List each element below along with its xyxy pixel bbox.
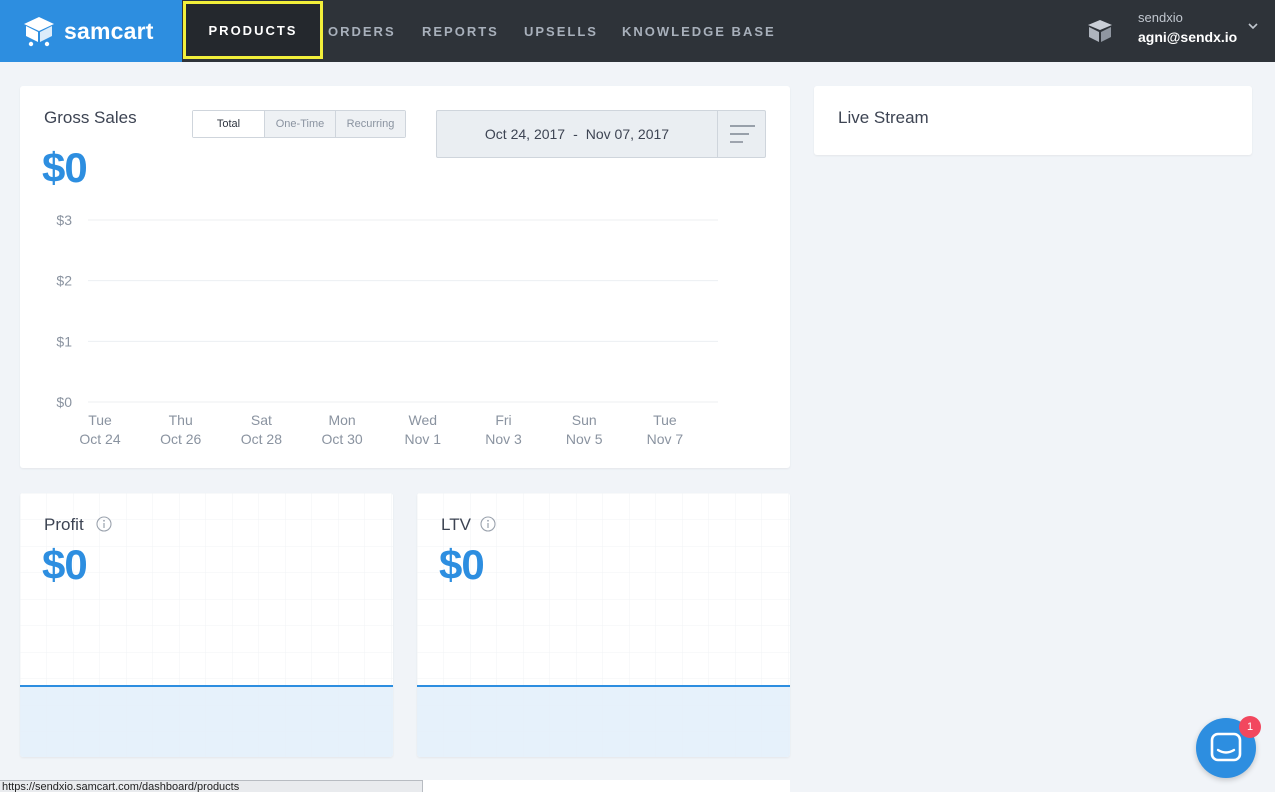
user-avatar-box-icon[interactable]: [1086, 18, 1114, 44]
date-range-picker[interactable]: Oct 24, 2017 - Nov 07, 2017: [436, 110, 766, 158]
ltv-value: $0: [439, 541, 485, 588]
info-icon[interactable]: [480, 516, 496, 532]
ltv-card: LTV $0: [417, 493, 790, 757]
top-nav: samcart PRODUCTS ORDERS REPORTS UPSELLS …: [0, 0, 1275, 62]
nav-orders[interactable]: ORDERS: [328, 0, 396, 62]
x-tick-day: Fri: [495, 412, 511, 428]
nav-upsells[interactable]: UPSELLS: [524, 0, 598, 62]
date-end: Nov 07, 2017: [585, 126, 670, 142]
profit-value: $0: [42, 541, 88, 588]
info-icon[interactable]: [96, 516, 112, 532]
y-tick-label: $0: [56, 394, 72, 410]
y-tick-label: $2: [56, 273, 72, 289]
x-tick-date: Nov 3: [485, 431, 522, 447]
ltv-title: LTV: [441, 515, 471, 534]
profit-card: Profit $0: [20, 493, 393, 757]
x-tick-day: Tue: [653, 412, 677, 428]
chevron-down-icon[interactable]: [1247, 20, 1259, 32]
x-tick-day: Sat: [251, 412, 272, 428]
x-tick-day: Tue: [88, 412, 112, 428]
nav-knowledge-base[interactable]: KNOWLEDGE BASE: [622, 0, 776, 62]
live-stream-title: Live Stream: [838, 108, 929, 127]
browser-status-url: https://sendxio.samcart.com/dashboard/pr…: [0, 780, 423, 792]
x-tick-date: Oct 30: [321, 431, 362, 447]
brand-name: samcart: [64, 17, 154, 44]
toggle-total[interactable]: Total: [193, 111, 264, 137]
x-tick-day: Sun: [572, 412, 597, 428]
x-tick-date: Oct 26: [160, 431, 201, 447]
y-tick-label: $3: [56, 212, 72, 228]
sales-type-toggle: Total One-Time Recurring: [192, 110, 406, 138]
brand-logo[interactable]: samcart: [0, 0, 182, 62]
x-tick-day: Thu: [169, 412, 193, 428]
user-name[interactable]: sendxio: [1138, 10, 1183, 25]
gross-sales-card: Gross Sales $0 Total One-Time Recurring …: [20, 86, 790, 468]
user-email[interactable]: agni@sendx.io: [1138, 29, 1237, 45]
x-tick-date: Oct 24: [79, 431, 120, 447]
profit-title: Profit: [44, 515, 84, 534]
nav-reports[interactable]: REPORTS: [422, 0, 499, 62]
cart-box-icon: [24, 17, 54, 47]
toggle-recurring[interactable]: Recurring: [335, 111, 405, 137]
next-card-stub: [423, 780, 790, 792]
menu-lines-icon: [730, 125, 755, 143]
gross-sales-title: Gross Sales: [44, 108, 137, 127]
ltv-grid: [417, 493, 790, 757]
x-tick-date: Nov 5: [566, 431, 603, 447]
x-tick-date: Nov 7: [647, 431, 684, 447]
x-tick-day: Mon: [328, 412, 355, 428]
toggle-one-time[interactable]: One-Time: [264, 111, 335, 137]
date-range-text[interactable]: Oct 24, 2017 - Nov 07, 2017: [437, 111, 717, 157]
nav-products[interactable]: PRODUCTS: [183, 1, 323, 59]
live-stream-card: Live Stream: [814, 86, 1252, 155]
gross-sales-value: $0: [42, 144, 88, 191]
y-tick-label: $1: [56, 333, 72, 349]
date-start: Oct 24, 2017: [484, 126, 566, 142]
x-tick-date: Oct 28: [241, 431, 282, 447]
date-menu-button[interactable]: [717, 111, 766, 157]
date-separator: -: [573, 126, 578, 142]
x-tick-day: Wed: [409, 412, 438, 428]
chat-notification-badge: 1: [1239, 716, 1261, 738]
x-tick-date: Nov 1: [405, 431, 442, 447]
